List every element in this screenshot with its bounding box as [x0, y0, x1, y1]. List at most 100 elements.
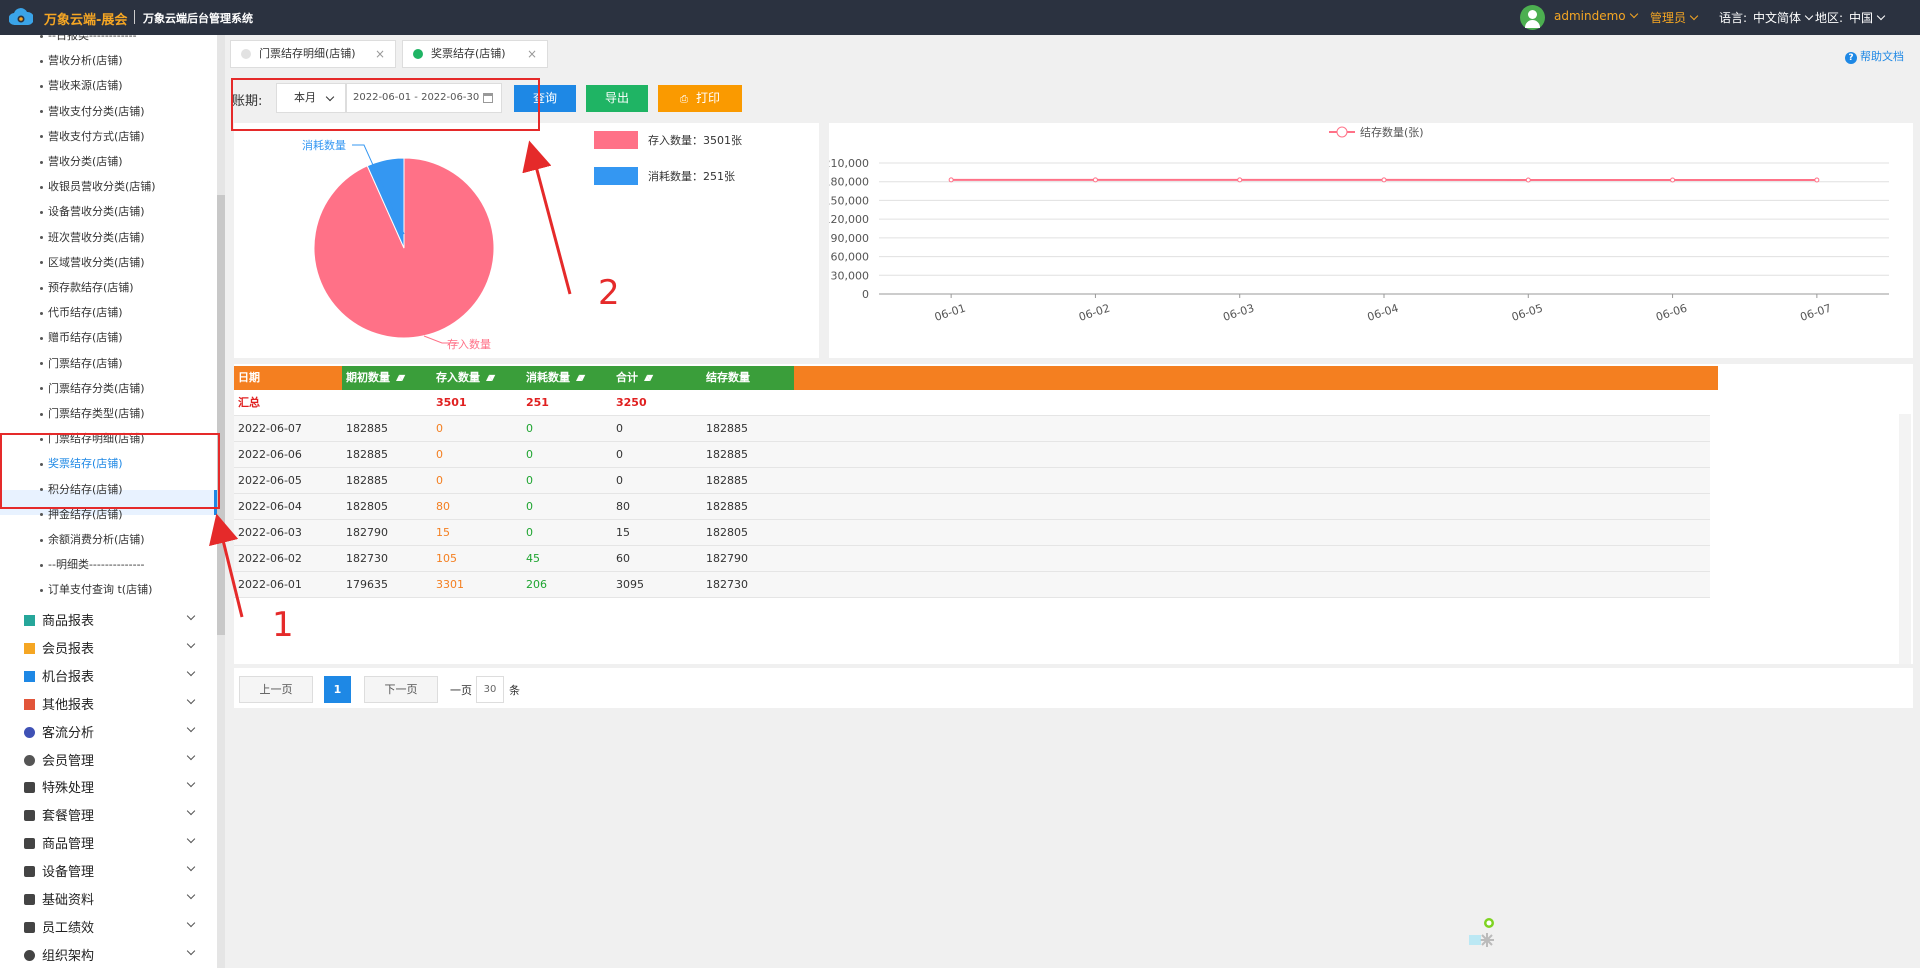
sidebar-menu-1[interactable]: 商品报表 [24, 610, 200, 629]
table-row[interactable]: 2022-06-07 182885 0 0 0 182885 [234, 416, 1710, 442]
table-cell: 2022-06-05 [238, 474, 302, 487]
role-dropdown[interactable]: 管理员 [1650, 9, 1699, 26]
language-dropdown[interactable]: 中文简体 [1753, 9, 1814, 26]
submenu-item[interactable]: 营收支付分类(店铺) [40, 103, 145, 119]
submenu-item[interactable]: 营收分类(店铺) [40, 153, 123, 169]
submenu-item-label: 赠币结存(店铺) [48, 331, 123, 345]
table-vertical-scrollbar[interactable] [1899, 414, 1911, 664]
close-icon[interactable]: × [527, 41, 537, 67]
submenu-item[interactable]: 班次营收分类(店铺) [40, 229, 145, 245]
table-cell: 182730 [706, 578, 748, 591]
bullet-icon [40, 563, 43, 567]
submenu-item[interactable]: 营收分析(店铺) [40, 52, 123, 68]
series-point[interactable] [1092, 177, 1098, 183]
sidebar-menu-9[interactable]: 商品管理 [24, 833, 200, 852]
sort-icon[interactable]: ▲▼ [576, 366, 585, 390]
column-header[interactable]: 合计 ▲▼ [612, 366, 653, 390]
submenu-item[interactable]: 订单支付查询 t(店铺) [40, 581, 152, 597]
sort-icon[interactable]: ▲▼ [486, 366, 495, 390]
column-header[interactable]: 期初数量 ▲▼ [342, 366, 405, 390]
legend-label[interactable]: 存入数量：3501张 [648, 133, 742, 147]
region-dropdown[interactable]: 中国 [1849, 9, 1886, 26]
series-point[interactable] [948, 177, 954, 183]
submenu-item[interactable]: 门票结存(店铺) [40, 355, 123, 371]
series-point[interactable] [1814, 177, 1820, 183]
legend-swatch[interactable] [594, 167, 638, 185]
prev-page-button[interactable]: 上一页 [239, 676, 313, 703]
series-point[interactable] [1237, 177, 1243, 183]
sort-icon[interactable]: ▲▼ [396, 366, 405, 390]
sidebar-menu-13[interactable]: 组织架构 [24, 945, 200, 964]
table-row[interactable]: 2022-06-01 179635 3301 206 3095 182730 [234, 572, 1710, 598]
table-row[interactable]: 2022-06-03 182790 15 0 15 182805 [234, 520, 1710, 546]
tab-ticket-balance-detail[interactable]: 门票结存明细(店铺) × [230, 40, 396, 68]
sidebar-menu-8[interactable]: 套餐管理 [24, 805, 200, 824]
user-avatar[interactable] [1520, 5, 1545, 30]
column-header-label: 消耗数量 [526, 371, 570, 384]
tab-label: 奖票结存(店铺) [431, 47, 506, 60]
language-label: 语言: [1719, 11, 1748, 25]
chevron-down-icon [1876, 11, 1886, 21]
table-row[interactable]: 2022-06-04 182805 80 0 80 182885 [234, 494, 1710, 520]
export-button[interactable]: 导出 [586, 85, 648, 112]
submenu-item[interactable]: 预存款结存(店铺) [40, 279, 134, 295]
submenu-item[interactable]: 营收来源(店铺) [40, 77, 123, 93]
submenu-item[interactable]: 余额消费分析(店铺) [40, 531, 145, 547]
bullet-icon [40, 588, 43, 592]
series-point[interactable] [1381, 177, 1387, 183]
legend-label[interactable]: 消耗数量：251张 [648, 169, 735, 183]
legend-swatch[interactable] [594, 131, 638, 149]
table-cell: 182885 [346, 474, 388, 487]
submenu-item[interactable]: 门票结存分类(店铺) [40, 380, 145, 396]
x-tick-label: 06-01 [933, 302, 967, 324]
column-header[interactable]: 结存数量 [702, 366, 750, 390]
submenu-item[interactable]: 区域营收分类(店铺) [40, 254, 145, 270]
submenu-item[interactable]: 收银员营收分类(店铺) [40, 178, 156, 194]
sidebar-menu-5[interactable]: 客流分析 [24, 722, 200, 741]
table-row[interactable]: 2022-06-05 182885 0 0 0 182885 [234, 468, 1710, 494]
page-size-input[interactable]: 30 [476, 676, 504, 703]
submenu-item[interactable]: 营收支付方式(店铺) [40, 128, 145, 144]
page-size-label: 一页 [450, 684, 472, 697]
sidebar-menu-12[interactable]: 员工绩效 [24, 917, 200, 936]
submenu-item[interactable]: 赠币结存(店铺) [40, 329, 123, 345]
sidebar-menu-10[interactable]: 设备管理 [24, 861, 200, 880]
username-dropdown[interactable]: admindemo [1554, 9, 1638, 23]
submenu-item-label: 门票结存分类(店铺) [48, 381, 145, 395]
series-point[interactable] [1525, 177, 1531, 183]
sidebar-scrollbar-thumb[interactable] [217, 195, 225, 635]
tab-prize-ticket-balance[interactable]: 奖票结存(店铺) × [402, 40, 548, 68]
sidebar-menu-11[interactable]: 基础资料 [24, 889, 200, 908]
print-button[interactable]: ⎙ 打印 [658, 85, 742, 112]
table-cell: 179635 [346, 578, 388, 591]
page-number-current[interactable]: 1 [324, 676, 351, 703]
sidebar-menu-3[interactable]: 机台报表 [24, 666, 200, 685]
column-header[interactable]: 存入数量 ▲▼ [432, 366, 495, 390]
legend-label[interactable]: 结存数量(张) [1360, 125, 1424, 139]
table-row[interactable]: 2022-06-02 182730 105 45 60 182790 [234, 546, 1710, 572]
table-row[interactable]: 2022-06-06 182885 0 0 0 182885 [234, 442, 1710, 468]
submenu-item[interactable]: 门票结存类型(店铺) [40, 405, 145, 421]
series-point[interactable] [1670, 177, 1676, 183]
region-value: 中国 [1849, 11, 1874, 25]
column-header[interactable]: 消耗数量 ▲▼ [522, 366, 585, 390]
sidebar-menu-7[interactable]: 特殊处理 [24, 777, 200, 796]
next-page-button[interactable]: 下一页 [364, 676, 438, 703]
help-docs-link[interactable]: ? 帮助文档 [1845, 48, 1904, 64]
system-name: 万象云端后台管理系统 [143, 12, 253, 25]
table-cell: 2022-06-01 [238, 578, 302, 591]
column-header[interactable]: 日期 [234, 366, 260, 390]
submenu-item[interactable]: 设备营收分类(店铺) [40, 203, 145, 219]
print-label: 打印 [695, 91, 720, 105]
product-report-icon [24, 615, 35, 626]
line-chart-panel: 210,000 180,000 150,000 120,000 90,000 60,000… [824, 123, 1913, 358]
sidebar-menu-4[interactable]: 其他报表 [24, 694, 200, 713]
submenu-item[interactable]: 代币结存(店铺) [40, 304, 123, 320]
sidebar-menu-6[interactable]: 会员管理 [24, 750, 200, 769]
chevron-down-icon [186, 695, 196, 704]
close-icon[interactable]: × [375, 41, 385, 67]
summary-row[interactable]: 汇总 3501 251 3250 [234, 390, 1710, 416]
table-cell: 182790 [346, 526, 388, 539]
sidebar-menu-2[interactable]: 会员报表 [24, 638, 200, 657]
sort-icon[interactable]: ▲▼ [644, 366, 653, 390]
